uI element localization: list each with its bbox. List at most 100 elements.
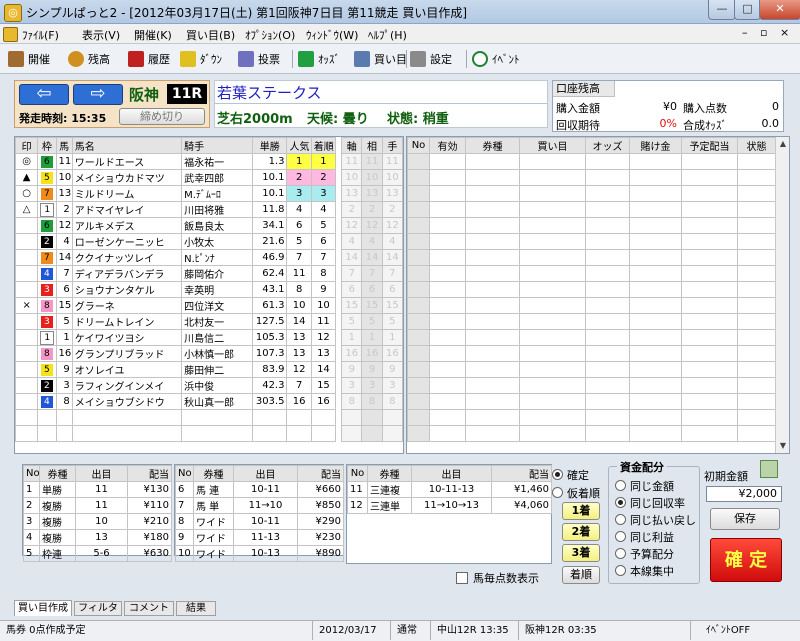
mark-cell[interactable]: [14, 233, 39, 250]
menu-file[interactable]: ﾌｧｲﾙ(F): [22, 27, 59, 43]
mark-cell[interactable]: ◎: [14, 153, 39, 170]
funds-option[interactable]: 同じ利益: [615, 528, 696, 545]
bet-row[interactable]: [407, 409, 776, 426]
partner-cell[interactable]: 1: [361, 329, 383, 346]
axis-cell[interactable]: 15: [341, 297, 363, 314]
prev-race-button[interactable]: ⇦: [19, 84, 69, 105]
col-waku[interactable]: 枠: [37, 137, 57, 154]
axis-cell[interactable]: 8: [341, 393, 363, 410]
hand-cell[interactable]: 4: [381, 233, 404, 250]
axis-cell[interactable]: 11: [341, 153, 363, 170]
status-event[interactable]: ｲﾍﾞﾝﾄOFF: [690, 621, 765, 640]
tab-filter[interactable]: フィルタ: [74, 601, 122, 616]
confirm-radio[interactable]: 確定: [552, 466, 589, 483]
bet-row[interactable]: [407, 153, 776, 170]
partner-cell[interactable]: 11: [361, 153, 383, 170]
bet-row[interactable]: [407, 169, 776, 186]
toolbar-vote-button[interactable]: 投票: [238, 49, 280, 69]
horse-row[interactable]: ▲ 5 10 メイショウカドマツ 武幸四郎 10.1 2 2 10 10 10: [14, 169, 404, 186]
menu-view[interactable]: 表示(V): [82, 27, 120, 43]
horse-row[interactable]: 2 4 ローゼンケーニッヒ 小牧太 21.6 5 6 4 4 4: [14, 233, 404, 250]
hand-cell[interactable]: 2: [381, 201, 404, 218]
bet-row[interactable]: [407, 313, 776, 330]
col-hand[interactable]: 手: [381, 137, 404, 154]
minimize-button[interactable]: —: [708, 0, 736, 20]
horse-row[interactable]: 4 8 メイショウブシドウ 秋山真一郎 303.5 16 16 8 8 8: [14, 393, 404, 410]
partner-cell[interactable]: 13: [361, 185, 383, 202]
bet-row[interactable]: [407, 329, 776, 346]
bet-col-combo[interactable]: 買い目: [519, 137, 586, 154]
bet-row[interactable]: [407, 281, 776, 298]
bet-row[interactable]: [407, 361, 776, 378]
toolbar-kaime-button[interactable]: 買い目: [354, 49, 407, 69]
mark-cell[interactable]: [14, 329, 39, 346]
bet-col-odds[interactable]: オッズ: [585, 137, 630, 154]
col-mark[interactable]: 印: [14, 137, 39, 154]
partner-cell[interactable]: 4: [361, 233, 383, 250]
hand-cell[interactable]: 10: [381, 169, 404, 186]
bet-row[interactable]: [407, 217, 776, 234]
hand-cell[interactable]: 13: [381, 185, 404, 202]
col-rank[interactable]: 着順: [310, 137, 337, 154]
scroll-up-icon[interactable]: ▲: [776, 137, 790, 151]
col-name[interactable]: 馬名: [71, 137, 183, 154]
order-button[interactable]: 着順: [562, 566, 600, 584]
calculator-icon[interactable]: [760, 460, 778, 478]
horse-row[interactable]: 8 16 グランプリブラッド 小林慎一郎 107.3 13 13 16 16 16: [14, 345, 404, 362]
partner-cell[interactable]: 5: [361, 313, 383, 330]
horse-row[interactable]: 6 12 アルキメデス 飯島良太 34.1 6 5 12 12 12: [14, 217, 404, 234]
toolbar-kaisai-button[interactable]: 開催: [8, 49, 50, 69]
doc-icon[interactable]: [3, 27, 18, 42]
hand-cell[interactable]: 5: [381, 313, 404, 330]
partner-cell[interactable]: 6: [361, 281, 383, 298]
hand-cell[interactable]: 7: [381, 265, 404, 282]
col-num[interactable]: 馬: [55, 137, 73, 154]
horse-row[interactable]: 1 1 ケイワイツヨシ 川島信二 105.3 13 12 1 1 1: [14, 329, 404, 346]
bet-row[interactable]: [407, 425, 776, 442]
tab-kaime[interactable]: 買い目作成: [14, 600, 72, 616]
mark-cell[interactable]: △: [14, 201, 39, 218]
axis-cell[interactable]: 10: [341, 169, 363, 186]
hand-cell[interactable]: 16: [381, 345, 404, 362]
partner-cell[interactable]: 14: [361, 249, 383, 266]
col-axis[interactable]: 軸: [341, 137, 363, 154]
mdi-close-icon[interactable]: ×: [780, 26, 789, 39]
save-button[interactable]: 保存: [710, 508, 780, 530]
horse-row[interactable]: 4 7 ディアデラバンデラ 藤岡佑介 62.4 11 8 7 7 7: [14, 265, 404, 282]
partner-cell[interactable]: 16: [361, 345, 383, 362]
mark-cell[interactable]: [14, 377, 39, 394]
horse-row[interactable]: ○ 7 13 ミルドリーム M.ﾃﾞﾑｰﾛ 10.1 3 3 13 13 13: [14, 185, 404, 202]
axis-cell[interactable]: 9: [341, 361, 363, 378]
partner-cell[interactable]: 7: [361, 265, 383, 282]
horse-row[interactable]: 7 14 ククイナッツレイ N.ﾋﾟﾝﾅ 46.9 7 7 14 14 14: [14, 249, 404, 266]
horse-row[interactable]: × 8 15 グラーネ 四位洋文 61.3 10 10 15 15 15: [14, 297, 404, 314]
hand-cell[interactable]: 6: [381, 281, 404, 298]
mark-cell[interactable]: [14, 217, 39, 234]
menu-options[interactable]: ｵﾌﾟｼｮﾝ(O): [245, 27, 295, 43]
menu-kaime[interactable]: 買い目(B): [186, 27, 235, 43]
partner-cell[interactable]: 15: [361, 297, 383, 314]
mdi-restore-icon[interactable]: ▫: [760, 26, 767, 39]
hand-cell[interactable]: 11: [381, 153, 404, 170]
toolbar-event-button[interactable]: ｲﾍﾞﾝﾄ: [472, 49, 520, 69]
provisional-radio[interactable]: 仮着順: [552, 484, 600, 501]
hand-cell[interactable]: 14: [381, 249, 404, 266]
mark-cell[interactable]: [14, 345, 39, 362]
bet-row[interactable]: [407, 297, 776, 314]
horse-row[interactable]: △ 1 2 アドマイヤレイ 川田将雅 11.8 4 4 2 2 2: [14, 201, 404, 218]
hand-cell[interactable]: 3: [381, 377, 404, 394]
bet-col-valid[interactable]: 有効: [429, 137, 466, 154]
col-pop[interactable]: 人気: [286, 137, 312, 154]
axis-cell[interactable]: 1: [341, 329, 363, 346]
per-horse-count-checkbox[interactable]: 馬毎点数表示: [456, 570, 539, 586]
mark-cell[interactable]: [14, 249, 39, 266]
axis-cell[interactable]: 14: [341, 249, 363, 266]
axis-cell[interactable]: 6: [341, 281, 363, 298]
axis-cell[interactable]: 2: [341, 201, 363, 218]
bets-scrollbar[interactable]: ▲ ▼: [775, 137, 789, 453]
col-jockey[interactable]: 騎手: [181, 137, 254, 154]
bet-row[interactable]: [407, 345, 776, 362]
menu-help[interactable]: ﾍﾙﾌﾟ(H): [368, 27, 407, 43]
mark-cell[interactable]: [14, 265, 39, 282]
col-odds[interactable]: 単勝: [252, 137, 288, 154]
